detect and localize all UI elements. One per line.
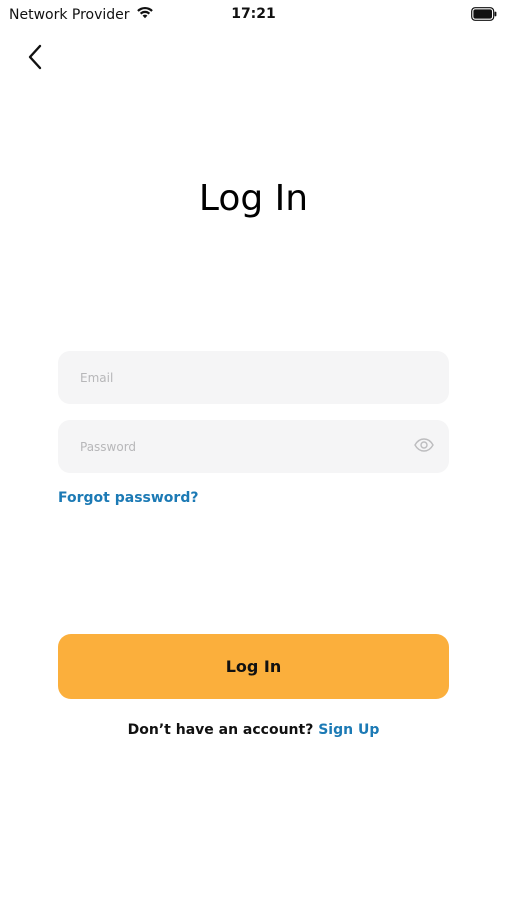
chevron-left-icon [27, 44, 43, 74]
toggle-password-visibility-button[interactable] [412, 435, 435, 459]
password-field-container [58, 419, 449, 474]
eye-icon [413, 437, 434, 456]
battery-icon [471, 6, 497, 21]
status-time: 17:21 [231, 6, 276, 22]
signup-prompt: Don’t have an account? Sign Up [0, 720, 507, 740]
forgot-password-link[interactable]: Forgot password? [58, 489, 198, 507]
password-input[interactable] [78, 419, 413, 474]
page-title: Log In [198, 178, 309, 219]
back-button[interactable] [20, 42, 50, 76]
email-input[interactable] [78, 350, 429, 405]
signup-prompt-text: Don’t have an account? [127, 722, 319, 738]
login-button[interactable]: Log In [58, 634, 449, 699]
sign-up-link[interactable]: Sign Up [318, 722, 379, 738]
email-field-container [58, 350, 449, 405]
status-bar: Network Provider 17:21 [0, 0, 507, 30]
